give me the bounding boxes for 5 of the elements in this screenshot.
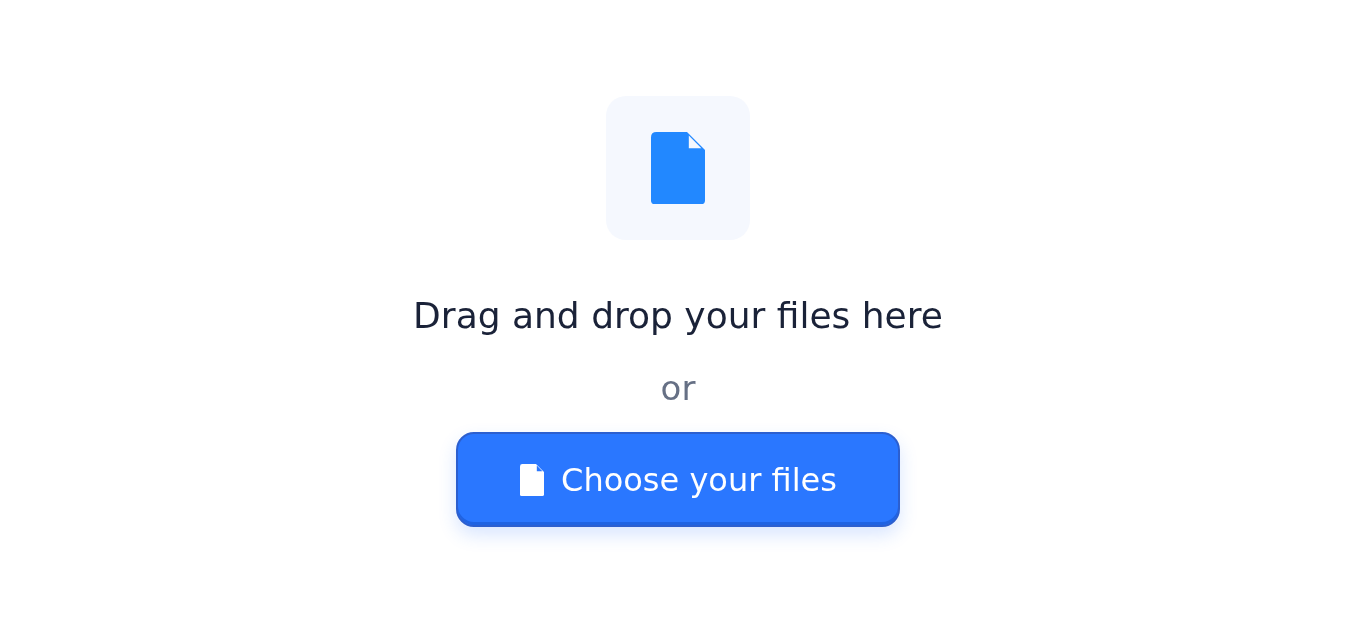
choose-files-button[interactable]: Choose your files (456, 432, 900, 527)
file-icon (649, 132, 707, 204)
dropzone-heading: Drag and drop your files here (413, 294, 943, 338)
separator-text: or (660, 367, 696, 410)
file-icon (519, 463, 546, 496)
